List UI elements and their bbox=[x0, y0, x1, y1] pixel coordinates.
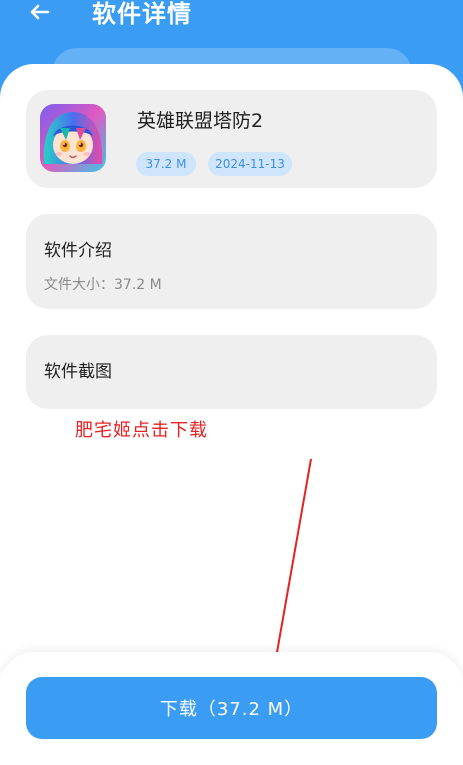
intro-card: 软件介绍 文件大小：37.2 M bbox=[26, 214, 437, 309]
screenshots-card: 软件截图 bbox=[26, 335, 437, 409]
screenshots-title: 软件截图 bbox=[44, 362, 112, 382]
header: 软件详情 bbox=[0, 0, 463, 98]
date-badge: 2024-11-13 bbox=[208, 152, 292, 176]
download-button[interactable]: 下载（37.2 M） bbox=[26, 677, 437, 739]
bottom-action-bar: 下载（37.2 M） bbox=[0, 652, 463, 765]
app-avatar-icon bbox=[40, 104, 106, 172]
download-hint-annotation: 肥宅姬点击下载 bbox=[75, 420, 208, 441]
file-size-text: 文件大小：37.2 M bbox=[44, 277, 162, 293]
size-badge: 37.2 M bbox=[136, 152, 196, 176]
app-info-card: 英雄联盟塔防2 37.2 M 2024-11-13 bbox=[26, 90, 437, 188]
intro-title: 软件介绍 bbox=[44, 241, 112, 261]
app-name: 英雄联盟塔防2 bbox=[137, 110, 264, 132]
page-title: 软件详情 bbox=[92, 0, 192, 28]
back-arrow-icon[interactable] bbox=[24, 0, 56, 28]
